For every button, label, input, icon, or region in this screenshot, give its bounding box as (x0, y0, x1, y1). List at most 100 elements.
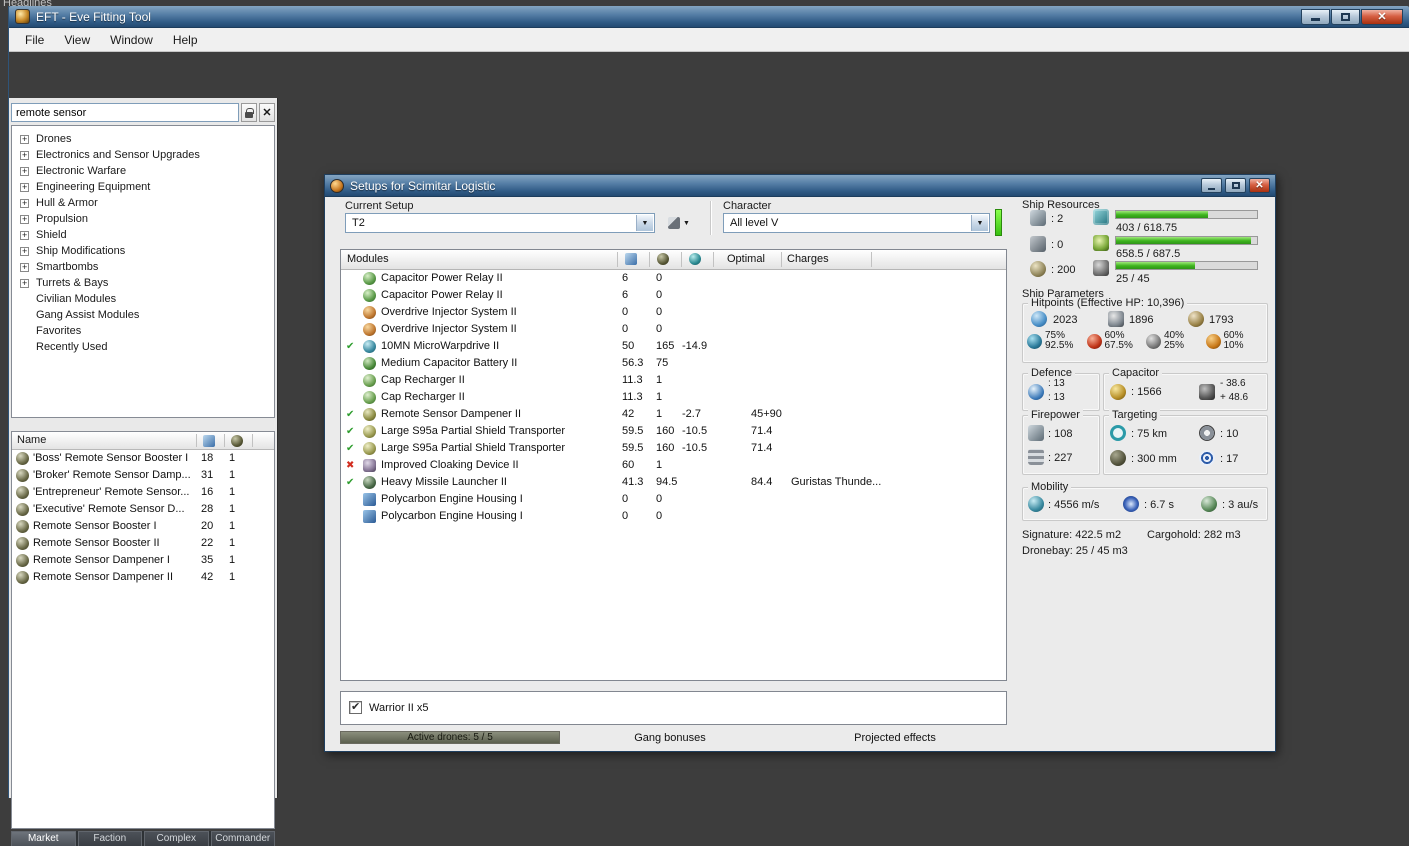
cpu-column-icon[interactable] (625, 253, 637, 265)
dropdown-arrow-icon[interactable] (636, 215, 653, 231)
module-row[interactable]: Large S95a Partial Shield Transporter 59… (341, 440, 1006, 457)
module-row[interactable]: Capacitor Power Relay II 6 0 (341, 287, 1006, 304)
search-input[interactable] (11, 103, 239, 122)
scan-resolution-icon (1110, 450, 1126, 466)
current-setup-dropdown[interactable]: T2 (345, 213, 655, 233)
expand-icon[interactable] (20, 165, 29, 177)
module-status-icon (346, 510, 358, 522)
name-column-header[interactable]: Name (17, 434, 46, 446)
optimal-column-header[interactable]: Optimal (727, 253, 765, 265)
menu-item[interactable]: View (54, 30, 100, 50)
active-drones-bar[interactable]: Active drones: 5 / 5 (340, 731, 560, 744)
sidebar-tab[interactable]: Commander (210, 831, 275, 846)
charges-column-header[interactable]: Charges (787, 253, 829, 265)
sidebar-tab[interactable]: Faction (77, 831, 142, 846)
module-row[interactable]: Capacitor Power Relay II 6 0 (341, 270, 1006, 287)
module-type-icon (363, 323, 376, 336)
module-powergrid: 6 (622, 272, 629, 284)
module-row[interactable]: Heavy Missile Launcher II 41.3 94.5 84.4… (341, 474, 1006, 491)
module-type-icon (363, 357, 376, 370)
powergrid-column-icon[interactable] (657, 253, 669, 265)
close-icon: ✕ (1377, 11, 1387, 23)
menu-item[interactable]: Help (163, 30, 208, 50)
menu-item[interactable]: Window (100, 30, 163, 50)
search-clear-button[interactable]: ✕ (259, 103, 275, 122)
menu-item[interactable]: File (15, 30, 54, 50)
close-button[interactable]: ✕ (1361, 8, 1403, 25)
module-powergrid: 0 (622, 493, 629, 505)
powergrid-usage-text: 658.5 / 687.5 (1116, 248, 1181, 260)
result-row[interactable]: 'Executive' Remote Sensor D... 28 1 (12, 501, 274, 518)
module-row[interactable]: Remote Sensor Dampener II 42 1 -2.7 45+9… (341, 406, 1006, 423)
tree-item[interactable]: Drones (12, 131, 274, 147)
tree-item[interactable]: Shield (12, 227, 274, 243)
tree-item[interactable]: Propulsion (12, 211, 274, 227)
tree-item[interactable]: Smartbombs (12, 259, 274, 275)
capacitor-column-icon[interactable] (689, 253, 701, 265)
tree-item[interactable]: Civilian Modules (12, 291, 274, 307)
setup-tools-button[interactable] (661, 213, 697, 233)
module-row[interactable]: Cap Recharger II 11.3 1 (341, 372, 1006, 389)
module-row[interactable]: Medium Capacitor Battery II 56.3 75 (341, 355, 1006, 372)
modules-column-header[interactable]: Modules (347, 253, 389, 265)
module-status-icon (346, 289, 358, 301)
setup-titlebar[interactable]: Setups for Scimitar Logistic ✕ (325, 175, 1275, 197)
expand-icon[interactable] (20, 261, 29, 273)
projected-effects-section[interactable]: Projected effects (820, 732, 970, 744)
result-row[interactable]: Remote Sensor Booster I 20 1 (12, 518, 274, 535)
module-row[interactable]: Improved Cloaking Device II 60 1 (341, 457, 1006, 474)
tree-item[interactable]: Gang Assist Modules (12, 307, 274, 323)
tree-item[interactable]: Electronics and Sensor Upgrades (12, 147, 274, 163)
expand-icon[interactable] (20, 133, 29, 145)
powergrid-column-icon[interactable] (231, 435, 243, 447)
cpu-column-icon[interactable] (203, 435, 215, 447)
tree-item[interactable]: Turrets & Bays (12, 275, 274, 291)
gang-bonuses-section[interactable]: Gang bonuses (605, 732, 735, 744)
module-row[interactable]: Overdrive Injector System II 0 0 (341, 321, 1006, 338)
tree-item[interactable]: Ship Modifications (12, 243, 274, 259)
result-row[interactable]: Remote Sensor Booster II 22 1 (12, 535, 274, 552)
module-row[interactable]: Large S95a Partial Shield Transporter 59… (341, 423, 1006, 440)
module-row[interactable]: Polycarbon Engine Housing I 0 0 (341, 491, 1006, 508)
result-row[interactable]: Remote Sensor Dampener II 42 1 (12, 569, 274, 586)
sidebar-tab[interactable]: Market (11, 831, 76, 846)
module-row[interactable]: 10MN MicroWarpdrive II 50 165 -14.9 (341, 338, 1006, 355)
result-row[interactable]: 'Entrepreneur' Remote Sensor... 16 1 (12, 484, 274, 501)
expand-icon[interactable] (20, 277, 29, 289)
result-row[interactable]: Remote Sensor Dampener I 35 1 (12, 552, 274, 569)
result-row[interactable]: 'Broker' Remote Sensor Damp... 31 1 (12, 467, 274, 484)
module-row[interactable]: Polycarbon Engine Housing I 0 0 (341, 508, 1006, 525)
tree-item[interactable]: Engineering Equipment (12, 179, 274, 195)
tree-item[interactable]: Recently Used (12, 339, 274, 355)
module-row[interactable]: Overdrive Injector System II 0 0 (341, 304, 1006, 321)
maximize-button[interactable] (1331, 8, 1360, 25)
module-cap-use: -10.5 (682, 442, 708, 454)
search-lock-button[interactable] (241, 103, 257, 122)
drone-checkbox[interactable] (349, 700, 362, 714)
sidebar-tab[interactable]: Complex (144, 831, 209, 846)
expand-icon[interactable] (20, 229, 29, 241)
expand-icon[interactable] (20, 181, 29, 193)
main-titlebar[interactable]: EFT - Eve Fitting Tool ✕ (9, 6, 1409, 28)
setup-close-button[interactable]: ✕ (1249, 178, 1270, 193)
hull-hp-icon (1188, 311, 1204, 327)
dropdown-arrow-icon[interactable] (971, 215, 988, 231)
setup-minimize-button[interactable] (1201, 178, 1222, 193)
minimize-button[interactable] (1301, 8, 1330, 25)
item-name: 'Executive' Remote Sensor D... (33, 503, 185, 515)
expand-icon[interactable] (20, 197, 29, 209)
expand-icon[interactable] (20, 245, 29, 257)
result-row[interactable]: 'Boss' Remote Sensor Booster I 18 1 (12, 450, 274, 467)
module-type-icon (363, 306, 376, 319)
tree-item-label: Civilian Modules (36, 293, 117, 305)
expand-icon[interactable] (20, 213, 29, 225)
module-name: Capacitor Power Relay II (381, 272, 503, 284)
setup-window-title: Setups for Scimitar Logistic (350, 178, 496, 193)
tree-item[interactable]: Hull & Armor (12, 195, 274, 211)
tree-item[interactable]: Favorites (12, 323, 274, 339)
expand-icon[interactable] (20, 149, 29, 161)
tree-item[interactable]: Electronic Warfare (12, 163, 274, 179)
module-row[interactable]: Cap Recharger II 11.3 1 (341, 389, 1006, 406)
setup-restore-button[interactable] (1225, 178, 1246, 193)
character-dropdown[interactable]: All level V (723, 213, 990, 233)
